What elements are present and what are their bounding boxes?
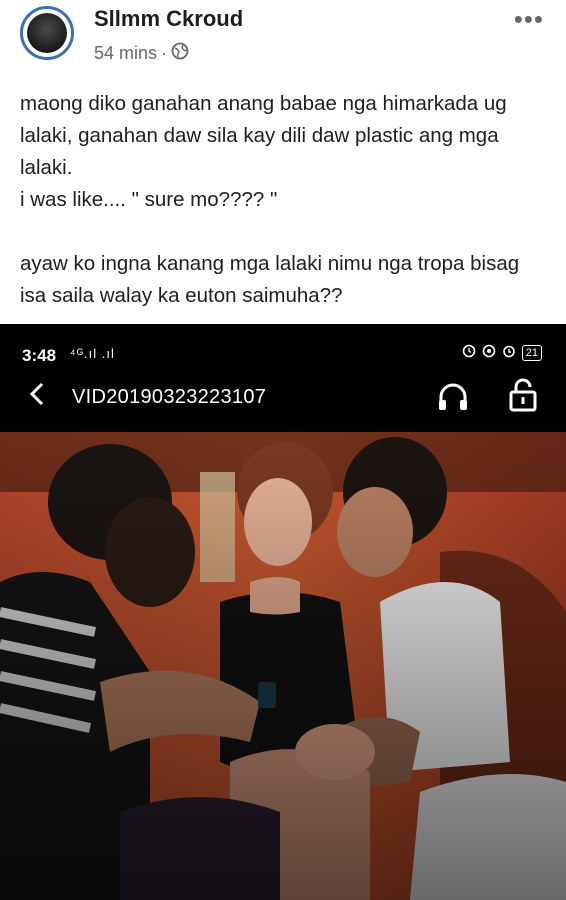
signal-icon: ⁴ᴳ.ıl .ıl — [70, 346, 115, 361]
battery-icon: 21 — [521, 344, 542, 361]
video-still-image — [0, 432, 566, 900]
post-text: maong diko ganahan anang babae nga himar… — [20, 92, 520, 307]
post-meta: 54 mins · — [94, 42, 189, 65]
video-file-title: VID20190323223107 — [72, 386, 267, 408]
unlock-icon[interactable] — [508, 378, 538, 412]
alarm-icon — [462, 344, 476, 361]
avatar-photo — [27, 13, 67, 53]
settings-icon — [482, 344, 496, 361]
post-media[interactable]: 3:48 ⁴ᴳ.ıl .ıl 21 VID20190323223107 — [0, 324, 566, 900]
globe-icon — [171, 42, 189, 65]
meta-separator: · — [161, 43, 168, 63]
avatar[interactable] — [20, 6, 74, 60]
status-time: 3:48 — [22, 346, 57, 365]
clock-icon — [502, 344, 516, 361]
more-icon[interactable]: ••• — [514, 4, 544, 35]
phone-screenshot-header: 3:48 ⁴ᴳ.ıl .ıl 21 VID20190323223107 — [0, 324, 566, 432]
chevron-left-icon[interactable] — [26, 380, 50, 408]
status-icons: 21 — [462, 344, 542, 361]
post-time[interactable]: 54 mins — [94, 43, 157, 64]
post-header: Sllmm Ckroud 54 mins · ••• — [0, 0, 566, 78]
author-name[interactable]: Sllmm Ckroud — [94, 6, 243, 32]
video-frame[interactable] — [0, 432, 566, 900]
headphones-icon[interactable] — [436, 382, 470, 412]
